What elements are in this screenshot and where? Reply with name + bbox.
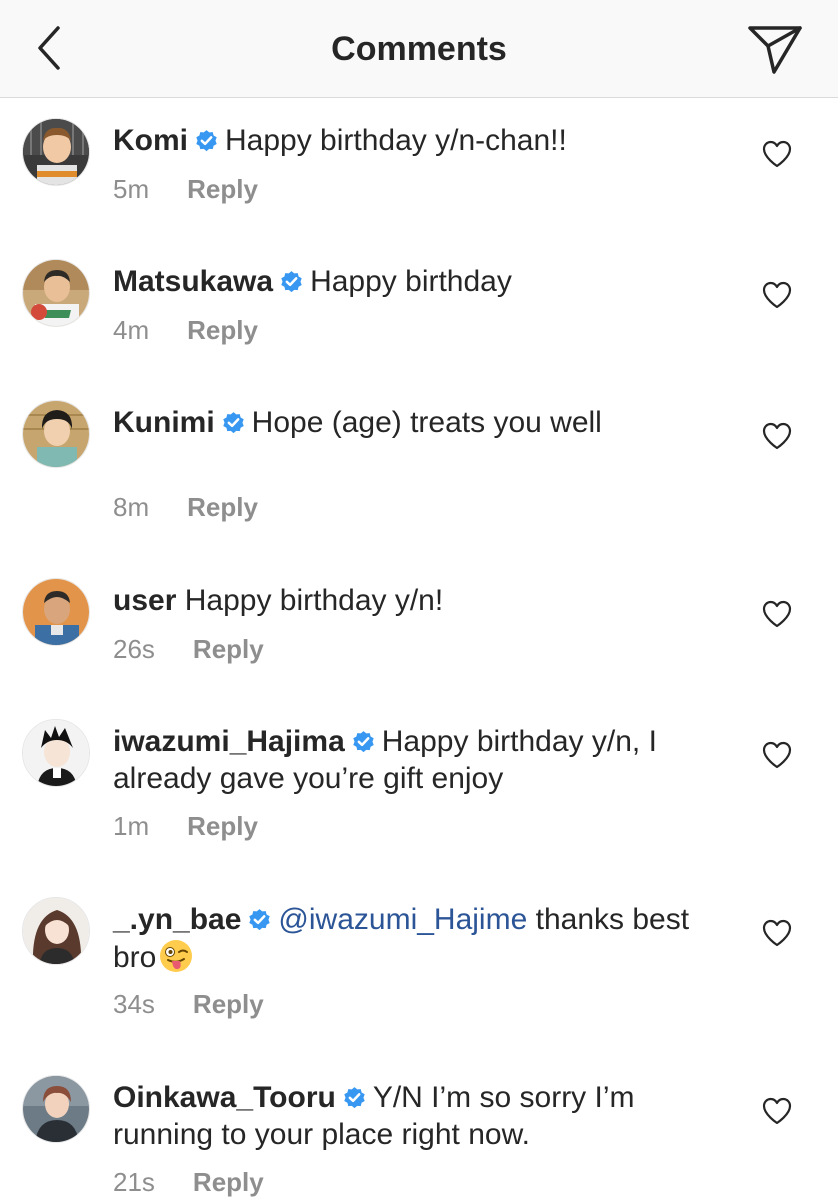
comment-body: Oinkawa_Tooru Y/N I’m so sorry I’m runnin… (113, 1079, 703, 1153)
comment-meta: 34s Reply (113, 989, 264, 1020)
avatar[interactable] (22, 400, 90, 468)
reply-button[interactable]: Reply (187, 811, 258, 842)
page-title: Comments (331, 30, 507, 68)
comment-body: user Happy birthday y/n! (113, 582, 703, 619)
comment-meta: 8m Reply (113, 492, 258, 523)
comment-body: iwazumi_Hajima Happy birthday y/n, I alre… (113, 723, 703, 797)
comment-text: Happy birthday y/n! (184, 584, 444, 617)
comment-meta: 1m Reply (113, 811, 258, 842)
chevron-left-icon (38, 26, 60, 70)
mention-link[interactable]: @iwazumi_Hajime (278, 903, 527, 936)
reply-button[interactable]: Reply (193, 634, 264, 665)
timestamp: 26s (113, 634, 155, 664)
heart-icon[interactable] (762, 140, 792, 168)
username[interactable]: Oinkawa_Tooru (113, 1081, 336, 1114)
timestamp: 8m (113, 492, 150, 522)
username[interactable]: user (113, 584, 176, 617)
header-bar: Comments (0, 0, 838, 98)
username[interactable]: iwazumi_Hajima (113, 725, 345, 758)
avatar[interactable] (22, 118, 90, 186)
reply-button[interactable]: Reply (187, 492, 258, 523)
timestamp: 1m (113, 811, 150, 841)
heart-icon[interactable] (762, 919, 792, 947)
comment-body: Kunimi Hope (age) treats you well (113, 404, 703, 441)
winking-face-with-tongue-emoji (160, 940, 193, 972)
back-button[interactable] (30, 22, 70, 74)
avatar[interactable] (22, 1075, 90, 1143)
avatar[interactable] (22, 897, 90, 965)
timestamp: 5m (113, 174, 150, 204)
timestamp: 34s (113, 989, 155, 1019)
timestamp: 21s (113, 1167, 155, 1197)
comment-meta: 5m Reply (113, 174, 258, 205)
comment-text: Hope (age) treats you well (251, 406, 602, 439)
verified-badge-icon (351, 729, 376, 754)
comment-meta: 4m Reply (113, 315, 258, 346)
verified-badge-icon (247, 907, 272, 932)
share-button[interactable] (744, 24, 804, 76)
avatar[interactable] (22, 259, 90, 327)
comment-meta: 26s Reply (113, 634, 264, 665)
comment-text: Happy birthday (310, 265, 512, 298)
heart-icon[interactable] (762, 741, 792, 769)
username[interactable]: Kunimi (113, 406, 215, 439)
heart-icon[interactable] (762, 281, 792, 309)
heart-icon[interactable] (762, 600, 792, 628)
avatar[interactable] (22, 578, 90, 646)
timestamp: 4m (113, 315, 150, 345)
comment-body: _.yn_bae @iwazumi_Hajime thanks best bro (113, 901, 703, 976)
verified-badge-icon (221, 410, 246, 435)
username[interactable]: Matsukawa (113, 265, 273, 298)
comment-body: Komi Happy birthday y/n-chan!! (113, 122, 703, 159)
username[interactable]: _.yn_bae (113, 903, 241, 936)
verified-badge-icon (342, 1085, 367, 1110)
comment-meta: 21s Reply (113, 1167, 264, 1198)
heart-icon[interactable] (762, 1097, 792, 1125)
paper-plane-icon (748, 26, 802, 74)
username[interactable]: Komi (113, 124, 188, 157)
heart-icon[interactable] (762, 422, 792, 450)
reply-button[interactable]: Reply (187, 174, 258, 205)
reply-button[interactable]: Reply (193, 1167, 264, 1198)
reply-button[interactable]: Reply (187, 315, 258, 346)
verified-badge-icon (194, 128, 219, 153)
comment-text: Happy birthday y/n-chan!! (225, 124, 567, 157)
avatar[interactable] (22, 719, 90, 787)
verified-badge-icon (279, 269, 304, 294)
comment-body: Matsukawa Happy birthday (113, 263, 703, 300)
reply-button[interactable]: Reply (193, 989, 264, 1020)
